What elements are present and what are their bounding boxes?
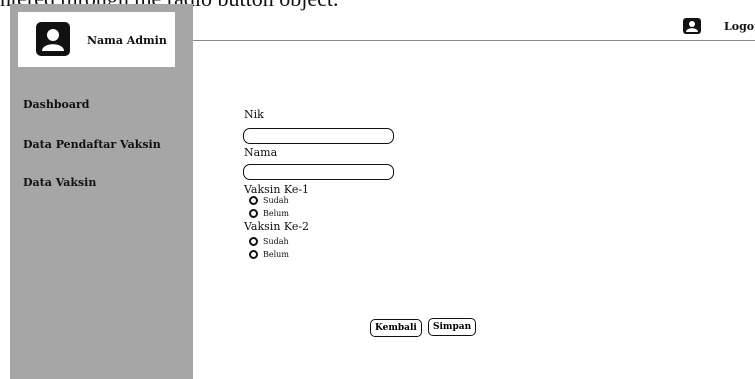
sidebar: Nama Admin Dashboard Data Pendaftar Vaks… (10, 4, 193, 379)
vaksin-ke-1-label: Vaksin Ke-1 (244, 183, 310, 196)
avatar-icon (36, 22, 70, 56)
admin-name: Nama Admin (87, 34, 167, 47)
radio-label: Belum (263, 209, 289, 218)
vaksin-ke-2-label: Vaksin Ke-2 (244, 220, 310, 233)
nama-label: Nama (244, 146, 278, 159)
radio-label: Sudah (263, 196, 289, 205)
logout-link[interactable]: Logou (724, 20, 755, 33)
vaksin2-belum-option[interactable]: Belum (249, 250, 289, 259)
radio-button[interactable] (249, 196, 258, 205)
vaksin1-belum-option[interactable]: Belum (249, 209, 289, 218)
vaksin2-sudah-option[interactable]: Sudah (249, 237, 289, 246)
radio-button[interactable] (249, 209, 258, 218)
vaksin1-sudah-option[interactable]: Sudah (249, 196, 289, 205)
user-icon[interactable] (683, 18, 701, 34)
admin-profile: Nama Admin (18, 12, 175, 67)
nama-input[interactable] (243, 164, 394, 180)
radio-label: Sudah (263, 237, 289, 246)
radio-button[interactable] (249, 237, 258, 246)
sidebar-item-data-vaksin[interactable]: Data Vaksin (23, 176, 96, 189)
kembali-button[interactable]: Kembali (370, 319, 422, 337)
nik-label: Nik (244, 108, 264, 121)
nik-input[interactable] (243, 128, 394, 144)
simpan-button[interactable]: Simpan (428, 318, 477, 336)
radio-label: Belum (263, 250, 289, 259)
sidebar-item-dashboard[interactable]: Dashboard (23, 98, 90, 111)
radio-button[interactable] (249, 250, 258, 259)
header-divider (193, 40, 755, 41)
sidebar-item-data-pendaftar-vaksin[interactable]: Data Pendaftar Vaksin (23, 138, 161, 151)
